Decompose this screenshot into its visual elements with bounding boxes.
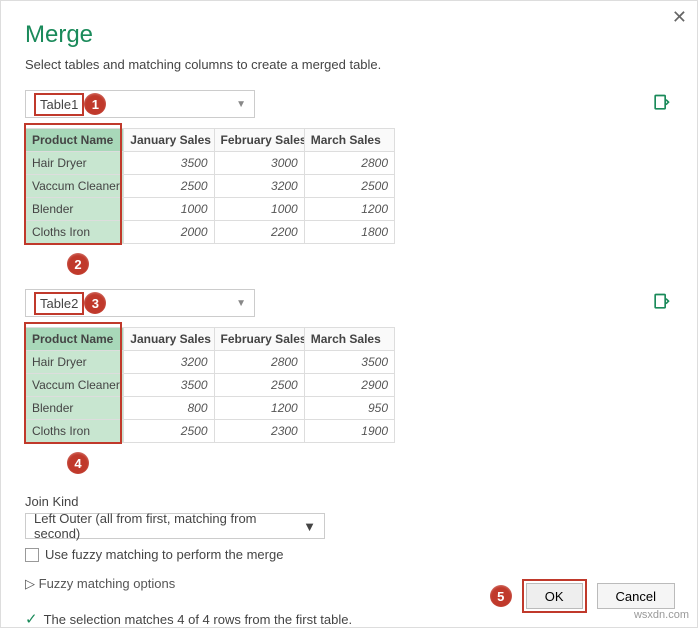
col-march[interactable]: March Sales xyxy=(304,129,394,152)
fuzzy-expander-label: Fuzzy matching options xyxy=(39,576,176,591)
table2-dropdown[interactable]: Table2 3 ▼ xyxy=(25,289,255,317)
chevron-down-icon: ▼ xyxy=(303,519,316,534)
col-january[interactable]: January Sales xyxy=(124,328,214,351)
col-product-name[interactable]: Product Name xyxy=(26,129,124,152)
table-row: Vaccum Cleaner350025002900 xyxy=(26,374,395,397)
cancel-button[interactable]: Cancel xyxy=(597,583,675,609)
fuzzy-label: Use fuzzy matching to perform the merge xyxy=(45,547,283,562)
watermark: wsxdn.com xyxy=(634,609,689,621)
col-january[interactable]: January Sales xyxy=(124,129,214,152)
close-icon[interactable]: ✕ xyxy=(672,7,687,28)
table-row: Cloths Iron200022001800 xyxy=(26,221,395,244)
callout-3: 3 xyxy=(84,292,106,314)
chevron-right-icon: ▷ xyxy=(25,576,35,591)
table-header-row: Product Name January Sales February Sale… xyxy=(26,129,395,152)
table-row: Hair Dryer350030002800 xyxy=(26,152,395,175)
join-kind-label: Join Kind xyxy=(25,494,673,509)
col-february[interactable]: February Sales xyxy=(214,328,304,351)
dialog-subtitle: Select tables and matching columns to cr… xyxy=(25,57,673,72)
refresh-icon[interactable] xyxy=(651,292,673,314)
ok-button-highlight: OK xyxy=(522,579,587,613)
col-february[interactable]: February Sales xyxy=(214,129,304,152)
join-kind-dropdown[interactable]: Left Outer (all from first, matching fro… xyxy=(25,513,325,539)
join-kind-selected: Left Outer (all from first, matching fro… xyxy=(34,511,303,541)
checkmark-icon: ✓ xyxy=(25,610,38,628)
table1-grid[interactable]: Product Name January Sales February Sale… xyxy=(25,128,395,244)
col-march[interactable]: March Sales xyxy=(304,328,394,351)
refresh-icon[interactable] xyxy=(651,93,673,115)
chevron-down-icon: ▼ xyxy=(236,99,246,110)
ok-button[interactable]: OK xyxy=(526,583,583,609)
fuzzy-checkbox[interactable] xyxy=(25,548,39,562)
table2-selected: Table2 xyxy=(34,292,84,315)
chevron-down-icon: ▼ xyxy=(236,298,246,309)
table1-selected: Table1 xyxy=(34,93,84,116)
table-row: Cloths Iron250023001900 xyxy=(26,420,395,443)
table1-dropdown[interactable]: Table1 1 ▼ xyxy=(25,90,255,118)
callout-5: 5 xyxy=(490,585,512,607)
table-row: Hair Dryer320028003500 xyxy=(26,351,395,374)
table-row: Blender100010001200 xyxy=(26,198,395,221)
col-product-name[interactable]: Product Name xyxy=(26,328,124,351)
dialog-title: Merge xyxy=(25,21,673,49)
table-header-row: Product Name January Sales February Sale… xyxy=(26,328,395,351)
callout-4: 4 xyxy=(67,452,89,474)
table-row: Vaccum Cleaner250032002500 xyxy=(26,175,395,198)
callout-1: 1 xyxy=(84,93,106,115)
status-text: The selection matches 4 of 4 rows from t… xyxy=(44,612,353,627)
table2-grid[interactable]: Product Name January Sales February Sale… xyxy=(25,327,395,443)
table-row: Blender8001200950 xyxy=(26,397,395,420)
callout-2: 2 xyxy=(67,253,89,275)
